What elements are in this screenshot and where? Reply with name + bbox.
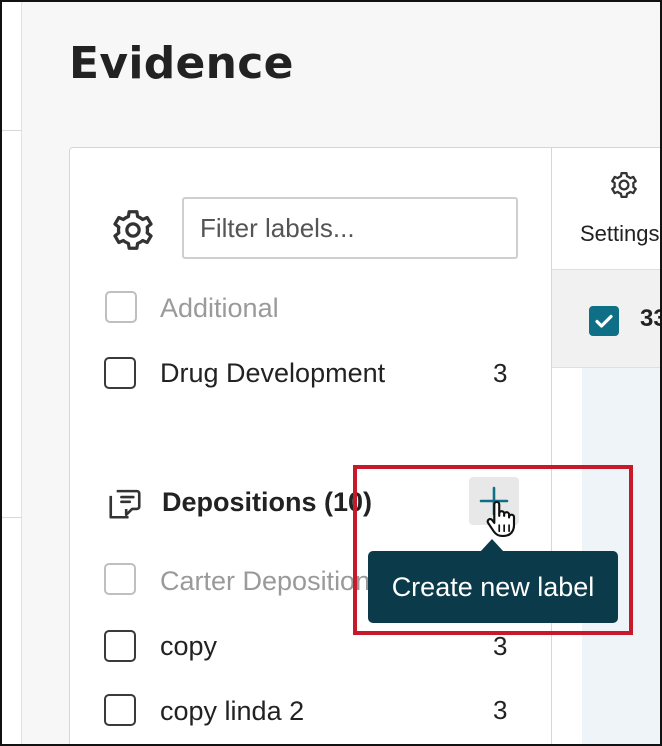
- left-nav-strip: [2, 2, 22, 744]
- label-name-drug-development[interactable]: Drug Development: [160, 358, 385, 389]
- label-settings-gear-icon[interactable]: [110, 207, 156, 253]
- label-name-copy-linda-2[interactable]: copy linda 2: [160, 696, 304, 727]
- page-title: Evidence: [69, 38, 294, 89]
- check-icon: [595, 314, 613, 328]
- label-group-icon: [109, 489, 141, 519]
- label-list-item-additional[interactable]: Additional: [92, 287, 532, 325]
- label-name: Carter Deposition: [160, 566, 368, 596]
- app-frame: Evidence Settings 33 Additional: [0, 0, 662, 746]
- label-checkbox[interactable]: [104, 563, 136, 595]
- left-strip-divider: [2, 517, 22, 518]
- selected-count: 33: [640, 305, 660, 332]
- label-checkbox-copy-linda-2[interactable]: [104, 694, 136, 726]
- selection-header: 33: [552, 270, 660, 368]
- label-checkbox-drug-development[interactable]: [104, 357, 136, 389]
- label-checkbox[interactable]: [105, 291, 137, 323]
- label-list-item-carter-deposition[interactable]: Carter Deposition: [92, 552, 368, 612]
- label-count: 3: [493, 631, 508, 661]
- document-list-pane: Settings 33: [551, 147, 660, 744]
- label-name: Additional: [160, 293, 279, 323]
- settings-label: Settings: [580, 221, 660, 246]
- gear-icon: [611, 172, 637, 198]
- tooltip-text: Create new label: [391, 571, 595, 602]
- label-count: 3: [493, 695, 508, 725]
- label-name-copy[interactable]: copy: [160, 631, 217, 662]
- left-strip-divider: [2, 130, 22, 131]
- section-title-depositions[interactable]: Depositions (10): [162, 487, 372, 518]
- select-all-checkbox[interactable]: [589, 306, 619, 336]
- label-checkbox-copy[interactable]: [104, 630, 136, 662]
- create-label-tooltip: Create new label: [368, 551, 618, 623]
- filter-labels-input[interactable]: [182, 197, 518, 259]
- label-count: 3: [493, 358, 508, 388]
- settings-tab[interactable]: Settings: [552, 148, 660, 270]
- hand-cursor-icon: [486, 500, 516, 537]
